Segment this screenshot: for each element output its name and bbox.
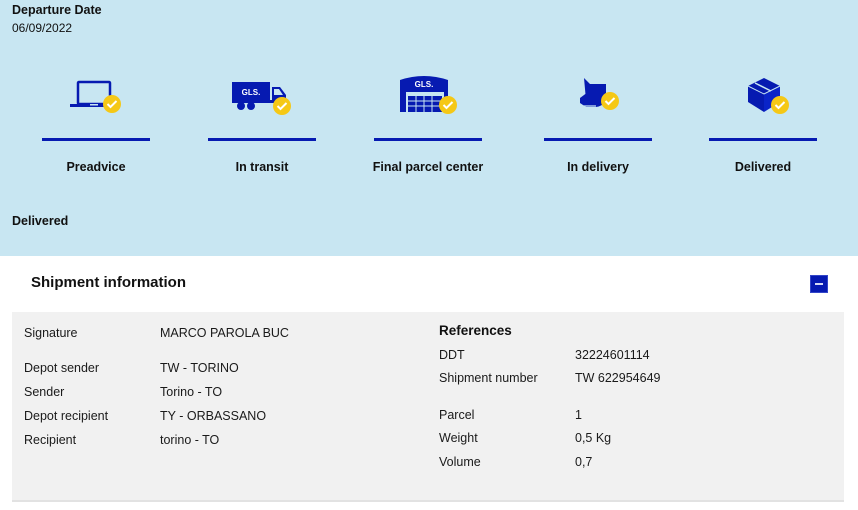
recipient-value: torino - TO <box>160 433 220 447</box>
step-in-transit: GLS. In transit <box>208 70 316 180</box>
svg-text:GLS.: GLS. <box>242 88 261 97</box>
volume-value: 0,7 <box>575 455 593 469</box>
references-title: References <box>439 323 512 338</box>
recipient-label: Recipient <box>24 433 77 447</box>
ddt-value: 32224601114 <box>575 348 650 362</box>
shipment-information-header[interactable]: Shipment information <box>12 256 844 312</box>
parcel-label: Parcel <box>439 408 475 422</box>
shipment-details: Signature MARCO PAROLA BUC Depot sender … <box>12 312 844 502</box>
volume-label: Volume <box>439 455 481 469</box>
depot-recipient-label: Depot recipient <box>24 409 109 423</box>
depot-recipient-value: TY - ORBASSANO <box>160 409 267 423</box>
current-status: Delivered <box>12 214 69 228</box>
step-preadvice: Preadvice <box>42 70 150 180</box>
check-badge-icon <box>771 96 789 114</box>
sender-value: Torino - TO <box>160 385 223 399</box>
progress-line <box>42 138 150 141</box>
parcel-value: 1 <box>575 408 582 422</box>
step-label: In transit <box>235 160 289 174</box>
warehouse-icon: GLS. <box>400 76 457 114</box>
shipment-information-card: Shipment information Signature MARCO PAR… <box>12 256 844 503</box>
shipment-number-label: Shipment number <box>439 371 538 385</box>
depot-sender-label: Depot sender <box>24 361 100 375</box>
progress-line <box>544 138 652 141</box>
tracking-panel: Departure Date 06/09/2022 Preadvice GLS. <box>0 0 858 256</box>
check-badge-icon <box>439 96 457 114</box>
signature-value: MARCO PAROLA BUC <box>160 326 289 340</box>
progress-line <box>709 138 817 141</box>
weight-label: Weight <box>439 431 478 445</box>
check-badge-icon <box>103 95 121 113</box>
signature-label: Signature <box>24 326 78 340</box>
box-icon <box>747 78 789 114</box>
step-label: Final parcel center <box>372 160 484 174</box>
section-title: Shipment information <box>31 274 186 291</box>
shipment-number-value: TW 622954649 <box>575 371 661 385</box>
step-label: In delivery <box>567 160 629 174</box>
step-final-parcel-center: GLS. Final parcel center <box>373 70 483 180</box>
step-label: Delivered <box>734 160 792 174</box>
ddt-label: DDT <box>439 348 465 362</box>
progress-line <box>374 138 482 141</box>
departure-date-value: 06/09/2022 <box>12 21 73 35</box>
step-in-delivery: In delivery <box>544 70 652 180</box>
weight-value: 0,5 Kg <box>575 431 612 445</box>
progress-line <box>208 138 316 141</box>
step-delivered: Delivered <box>709 70 817 180</box>
truck-icon: GLS. <box>232 82 291 115</box>
sender-label: Sender <box>24 385 65 399</box>
svg-text:GLS.: GLS. <box>415 80 434 89</box>
check-badge-icon <box>273 97 291 115</box>
check-badge-icon <box>601 92 619 110</box>
hand-parcel-icon <box>580 78 619 111</box>
collapse-button[interactable] <box>810 275 828 293</box>
step-label: Preadvice <box>66 160 126 174</box>
departure-date-label: Departure Date <box>12 3 102 17</box>
laptop-icon <box>70 80 121 113</box>
depot-sender-value: TW - TORINO <box>160 361 239 375</box>
